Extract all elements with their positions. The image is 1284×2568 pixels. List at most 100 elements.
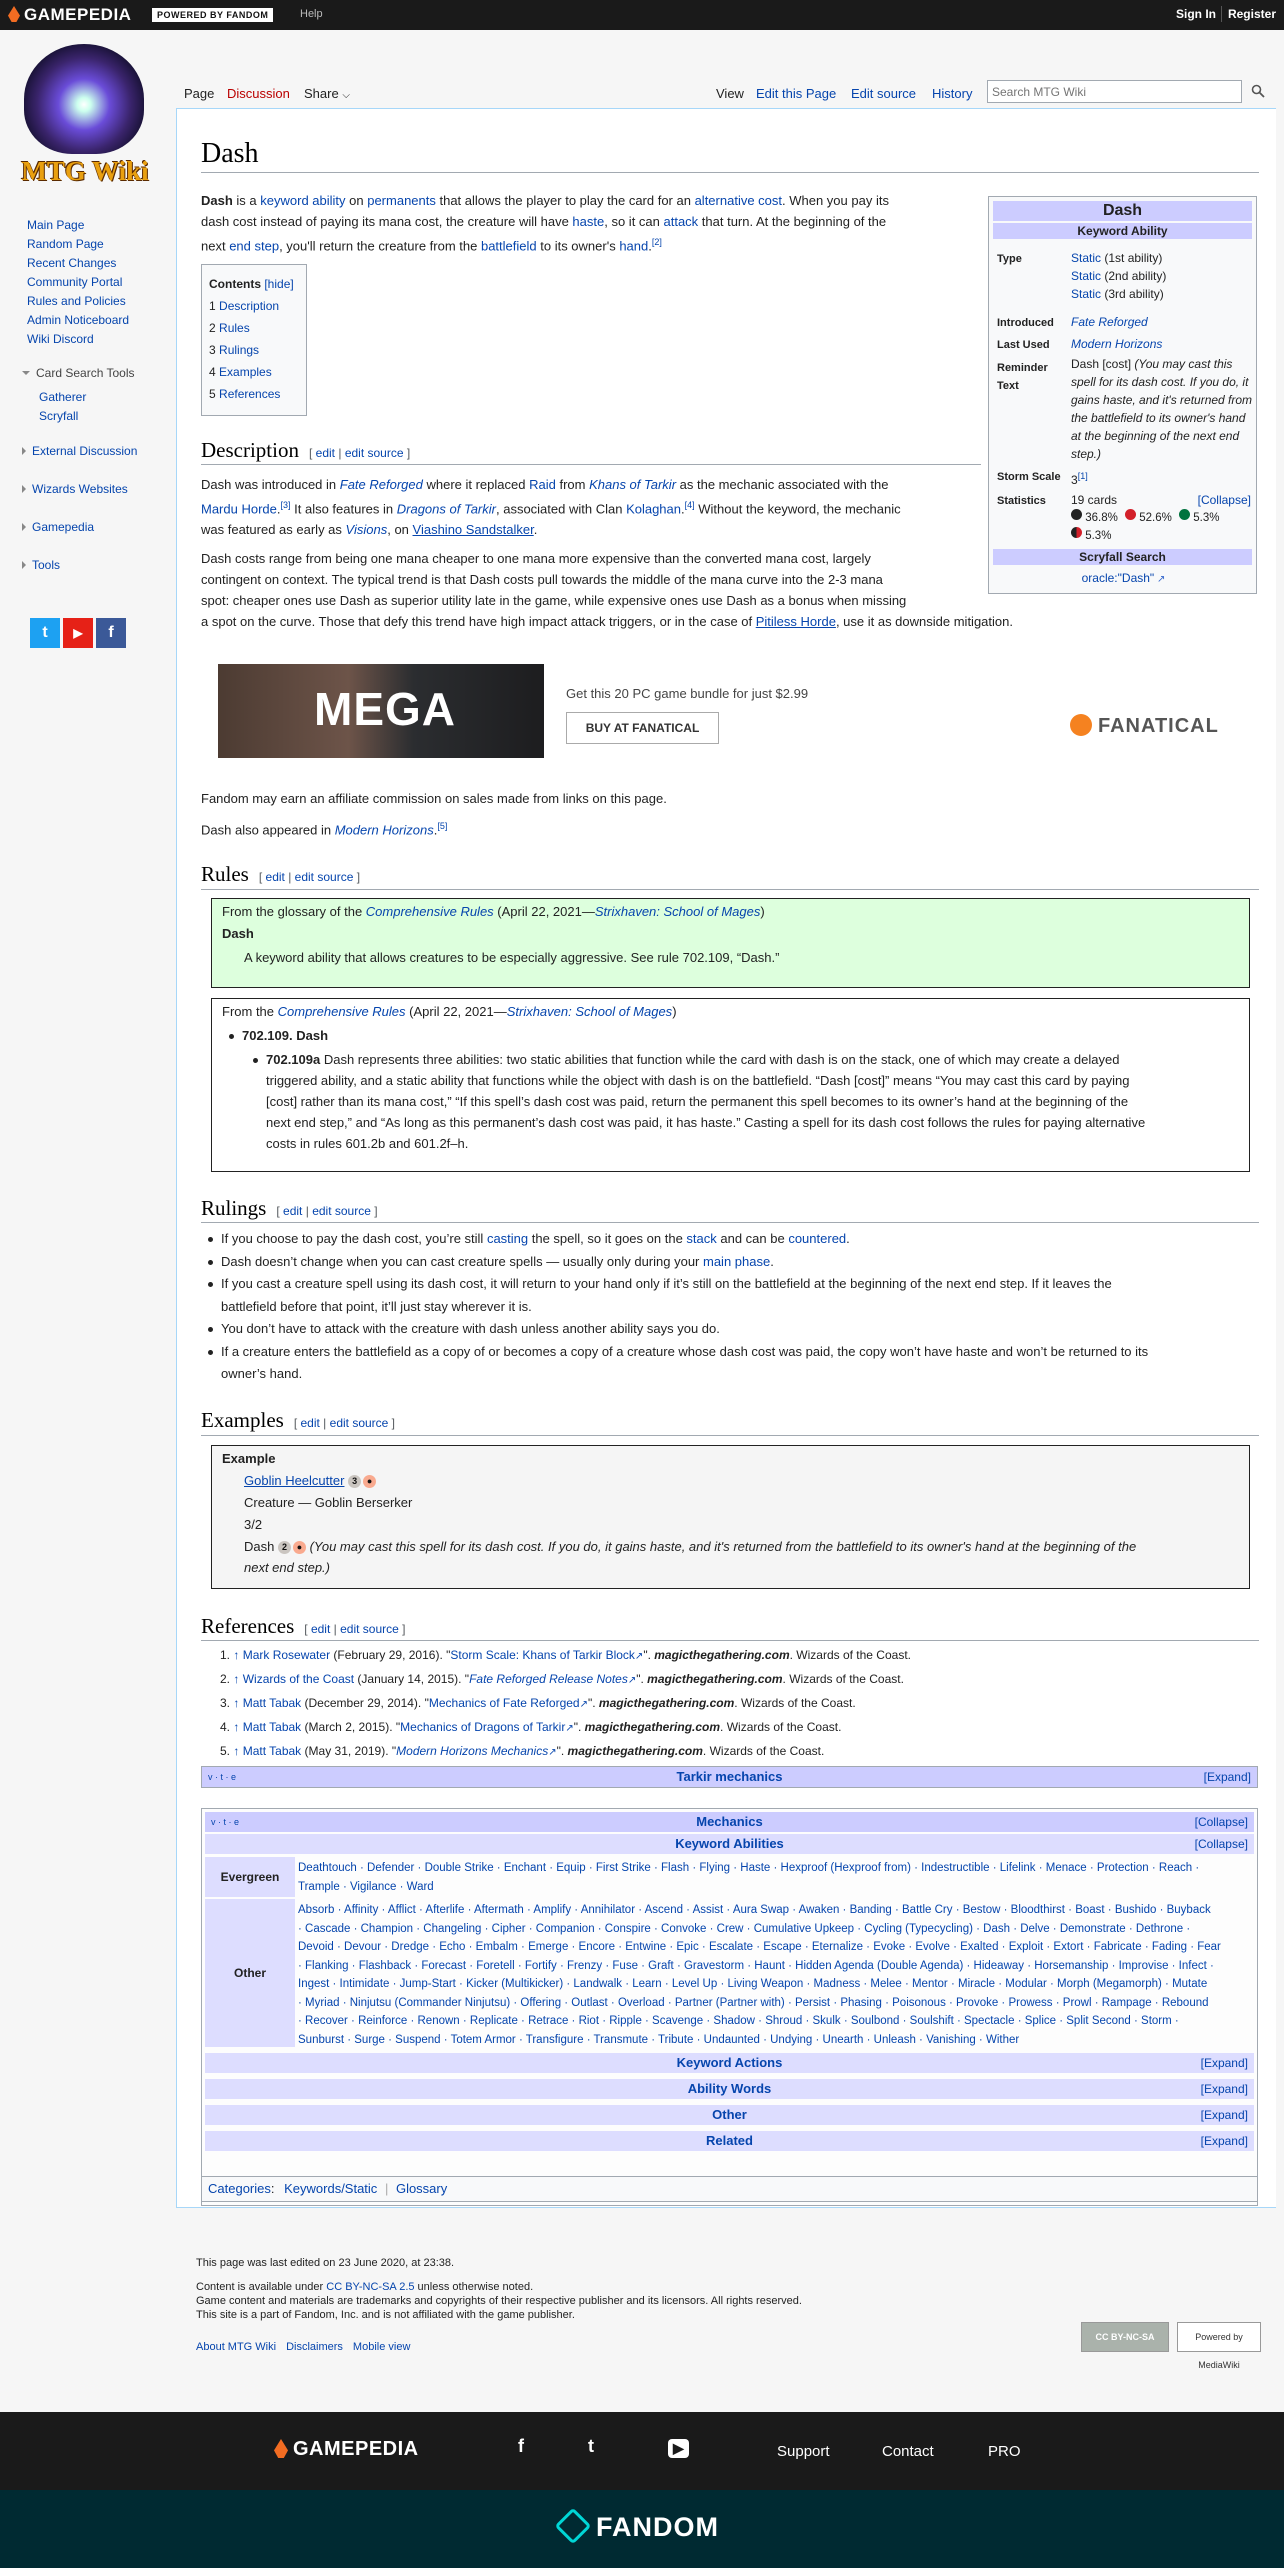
link-end-step[interactable]: end step: [229, 238, 279, 253]
toc-item-description[interactable]: 1 Description: [209, 295, 299, 317]
gamepedia-logo[interactable]: GAMEPEDIA: [8, 5, 131, 25]
sidebar-item-community-portal[interactable]: Community Portal: [27, 273, 129, 292]
navbox-list-line[interactable]: Deathtouch · Defender · Double Strike · …: [298, 1859, 1253, 1878]
search-input[interactable]: [987, 80, 1242, 103]
link-strixhaven[interactable]: Strixhaven: School of Mages: [507, 1004, 672, 1019]
edit-source-link[interactable]: edit source: [330, 1416, 389, 1430]
tab-edit-this-page[interactable]: Edit this Page: [756, 86, 836, 101]
register-link[interactable]: Register: [1228, 7, 1276, 21]
link-visions[interactable]: Visions: [346, 522, 388, 537]
sidebar-item-scryfall[interactable]: Scryfall: [39, 407, 86, 426]
pro-link[interactable]: PRO: [988, 2443, 1021, 2460]
navbox-list-line[interactable]: · Recover · Reinforce · Renown · Replica…: [298, 2012, 1256, 2031]
navbox-list-line[interactable]: · Myriad · Ninjutsu (Commander Ninjutsu)…: [298, 1994, 1256, 2013]
link-stack[interactable]: stack: [686, 1231, 716, 1246]
tab-edit-source[interactable]: Edit source: [851, 86, 916, 101]
sidebar-section-tools[interactable]: Tools: [22, 558, 60, 572]
category-link[interactable]: Glossary: [396, 2181, 447, 2196]
twitter-icon[interactable]: t: [30, 618, 60, 648]
expand-toggle[interactable]: [Expand]: [1201, 2131, 1248, 2151]
fanatical-logo[interactable]: FANATICAL: [1070, 714, 1219, 738]
tab-history[interactable]: History: [932, 86, 972, 101]
link-keyword-ability[interactable]: keyword ability: [260, 193, 345, 208]
toc-item-examples[interactable]: 4 Examples: [209, 361, 299, 383]
toc-item-references[interactable]: 5 References: [209, 383, 299, 405]
fandom-logo[interactable]: FANDOM: [554, 2507, 719, 2545]
collapse-toggle[interactable]: [Collapse]: [1195, 1834, 1248, 1854]
sidebar-item-rules-and-policies[interactable]: Rules and Policies: [27, 292, 129, 311]
search-icon[interactable]: [1251, 84, 1265, 98]
navbox-list-line[interactable]: · Cascade · Champion · Changeling · Ciph…: [298, 1920, 1256, 1939]
link-modern-horizons[interactable]: Modern Horizons: [335, 822, 434, 837]
category-link[interactable]: Keywords/Static: [284, 2181, 377, 2196]
about-link[interactable]: About MTG Wiki: [196, 2341, 276, 2353]
ref-title[interactable]: Mechanics of Dragons of Tarkir: [400, 1720, 565, 1734]
navbox-list-line[interactable]: Absorb · Affinity · Afflict · Afterlife …: [298, 1901, 1256, 1920]
keyword-actions-link[interactable]: Keyword Actions: [677, 2055, 783, 2070]
ref-title[interactable]: Fate Reforged Release Notes: [469, 1672, 628, 1686]
edit-source-link[interactable]: edit source: [345, 446, 404, 460]
link-permanents[interactable]: permanents: [367, 193, 436, 208]
link-attack[interactable]: attack: [663, 214, 698, 229]
link-mardu-horde[interactable]: Mardu Horde: [201, 501, 277, 516]
back-arrow-icon[interactable]: ↑: [233, 1696, 239, 1710]
link-kolaghan[interactable]: Kolaghan: [626, 501, 681, 516]
link-static[interactable]: Static: [1071, 287, 1101, 301]
ref-title[interactable]: Storm Scale: Khans of Tarkir Block: [450, 1648, 635, 1662]
navbox-title-link[interactable]: Mechanics: [696, 1814, 762, 1829]
ref-author[interactable]: Matt Tabak: [243, 1744, 301, 1758]
citation-4[interactable]: [4]: [685, 500, 695, 510]
ad-banner-image[interactable]: MEGA: [218, 664, 544, 758]
ability-words-link[interactable]: Ability Words: [688, 2081, 772, 2096]
back-arrow-icon[interactable]: ↑: [233, 1744, 239, 1758]
link-viashino-sandstalker[interactable]: Viashino Sandstalker: [413, 522, 534, 537]
tab-discussion[interactable]: Discussion: [227, 86, 290, 101]
navbox-list-line[interactable]: · Flanking · Flashback · Forecast · Fore…: [298, 1957, 1256, 1976]
citation-1[interactable]: [1]: [1078, 471, 1088, 481]
facebook-icon[interactable]: f: [96, 618, 126, 648]
sidebar-section-wizards-websites[interactable]: Wizards Websites: [22, 482, 128, 496]
toc-item-rules[interactable]: 2 Rules: [209, 317, 299, 339]
navbox-list-line[interactable]: Ingest · Intimidate · Jump-Start · Kicke…: [298, 1975, 1256, 1994]
gamepedia-footer-logo[interactable]: GAMEPEDIA: [274, 2438, 419, 2461]
related-link[interactable]: Related: [706, 2133, 753, 2148]
citation-2[interactable]: [2]: [652, 237, 662, 247]
categories-label[interactable]: Categories: [208, 2181, 271, 2196]
vte-links[interactable]: v · t · e: [208, 1767, 236, 1787]
youtube-icon[interactable]: ▶: [63, 618, 93, 648]
edit-link[interactable]: edit: [311, 1622, 330, 1636]
back-arrow-icon[interactable]: ↑: [233, 1672, 239, 1686]
navbox-list-line[interactable]: Trample · Vigilance · Ward: [298, 1878, 1253, 1897]
edit-source-link[interactable]: edit source: [340, 1622, 399, 1636]
facebook-icon[interactable]: f: [518, 2436, 524, 2457]
sidebar-item-main-page[interactable]: Main Page: [27, 216, 129, 235]
youtube-icon[interactable]: ▶: [668, 2439, 689, 2458]
toc-hide-toggle[interactable]: [hide]: [264, 277, 293, 291]
link-goblin-heelcutter[interactable]: Goblin Heelcutter: [244, 1473, 344, 1488]
disclaimers-link[interactable]: Disclaimers: [286, 2341, 343, 2353]
sidebar-item-random-page[interactable]: Random Page: [27, 235, 129, 254]
sidebar-section-external-discussion[interactable]: External Discussion: [22, 444, 137, 458]
link-khans-of-tarkir[interactable]: Khans of Tarkir: [589, 477, 676, 492]
link-battlefield[interactable]: battlefield: [481, 238, 537, 253]
link-raid[interactable]: Raid: [529, 477, 556, 492]
edit-link[interactable]: edit: [300, 1416, 319, 1430]
share-dropdown[interactable]: Share ⌵: [304, 86, 350, 101]
expand-toggle[interactable]: [Expand]: [1201, 2105, 1248, 2125]
link-countered[interactable]: countered: [788, 1231, 846, 1246]
link-storm-scale[interactable]: Storm Scale: [997, 471, 1061, 483]
link-fate-reforged[interactable]: Fate Reforged: [1071, 313, 1251, 331]
link-alternative-cost[interactable]: alternative cost: [695, 193, 782, 208]
license-link[interactable]: CC BY-NC-SA 2.5: [326, 2281, 414, 2293]
vte-links[interactable]: v · t · e: [211, 1812, 239, 1832]
sidebar-item-wiki-discord[interactable]: Wiki Discord: [27, 330, 129, 349]
other-link[interactable]: Other: [712, 2107, 747, 2122]
collapse-toggle[interactable]: [Collapse]: [1195, 1812, 1248, 1832]
expand-toggle[interactable]: [Expand]: [1201, 2053, 1248, 2073]
mediawiki-badge[interactable]: Powered by MediaWiki: [1177, 2322, 1261, 2370]
sidebar-section-gamepedia[interactable]: Gamepedia: [22, 520, 94, 534]
mobile-view-link[interactable]: Mobile view: [353, 2341, 410, 2353]
ref-author[interactable]: Matt Tabak: [243, 1720, 301, 1734]
powered-by-fandom-badge[interactable]: POWERED BY FANDOM: [152, 8, 274, 22]
link-dragons-of-tarkir[interactable]: Dragons of Tarkir: [397, 501, 496, 516]
